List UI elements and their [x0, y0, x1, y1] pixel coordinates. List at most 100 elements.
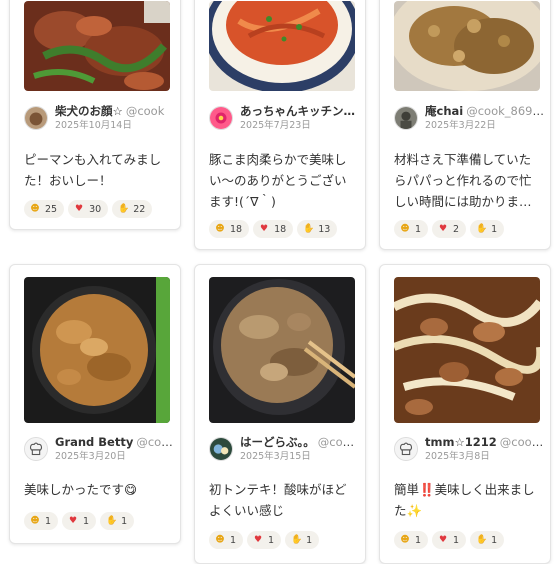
reaction-count: 30	[89, 203, 102, 215]
reaction-heart-button[interactable]: ♥ 1	[247, 531, 282, 549]
avatar[interactable]	[24, 106, 48, 130]
reaction-clap-button[interactable]: ✋ 1	[470, 220, 505, 238]
reaction-smile-button[interactable]: ☻ 18	[209, 220, 250, 238]
reaction-count: 1	[268, 534, 275, 546]
reaction-count: 1	[491, 534, 498, 546]
author-name-line[interactable]: はーどらぶ。。 @coo…	[240, 435, 359, 450]
author-info: あっちゃんキッチン… 2025年7月23日	[209, 104, 359, 134]
smile-emoji-icon: ☻	[215, 535, 225, 545]
author-name-line[interactable]: あっちゃんキッチン…	[240, 104, 359, 119]
avatar[interactable]	[24, 437, 48, 461]
dish-photo[interactable]	[394, 1, 540, 91]
author-info: tmm☆1212@cook… 2025年3月8日	[394, 435, 544, 465]
author-info: 柴犬のお顔☆ @cook 2025年10月14日	[24, 104, 174, 134]
reaction-smile-button[interactable]: ☻ 25	[24, 200, 65, 218]
reaction-count: 2	[453, 223, 460, 235]
reaction-count: 13	[318, 223, 331, 235]
reaction-clap-button[interactable]: ✋ 1	[100, 512, 135, 530]
post-date: 2025年7月23日	[240, 120, 311, 131]
tsukurepo-card[interactable]: Grand Betty@cook… 2025年3月20日 美味しかったです😋 ☻…	[9, 264, 181, 544]
smile-emoji-icon: ☻	[215, 224, 225, 234]
author-name[interactable]: tmm☆1212	[425, 435, 497, 449]
author-handle: @coo…	[317, 435, 359, 449]
smile-emoji-icon: ☻	[30, 204, 40, 214]
reaction-bar: ☻ 1 ♥ 1 ✋ 1	[24, 512, 135, 530]
post-date: 2025年3月15日	[240, 451, 311, 462]
reaction-smile-button[interactable]: ☻ 1	[24, 512, 59, 530]
author-name-line[interactable]: 柴犬のお顔☆ @cook	[55, 104, 174, 119]
reaction-heart-button[interactable]: ♥ 2	[432, 220, 467, 238]
clap-icon: ✋	[476, 535, 488, 545]
reaction-count: 1	[491, 223, 498, 235]
reaction-clap-button[interactable]: ✋ 13	[297, 220, 338, 238]
author-name[interactable]: あっちゃんキッチン…	[240, 104, 355, 118]
author-handle: @cook…	[499, 435, 544, 449]
comment-text: 初トンテキ！酸味がほどよくいい感じ	[209, 482, 347, 518]
author-info: 庵chai @cook_8695… 2025年3月22日	[394, 104, 544, 134]
author-handle: @cook…	[136, 435, 174, 449]
post-date: 2025年10月14日	[55, 120, 132, 131]
avatar[interactable]	[394, 106, 418, 130]
reaction-heart-button[interactable]: ♥ 1	[432, 531, 467, 549]
reaction-heart-button[interactable]: ♥ 30	[68, 200, 109, 218]
clap-icon: ✋	[291, 535, 303, 545]
reaction-count: 1	[415, 534, 422, 546]
avatar[interactable]	[209, 437, 233, 461]
dish-photo[interactable]	[394, 277, 540, 423]
author-name-line[interactable]: tmm☆1212@cook…	[425, 435, 544, 450]
reaction-count: 22	[133, 203, 146, 215]
dish-photo[interactable]	[209, 277, 355, 423]
reaction-count: 1	[45, 515, 52, 527]
comment-text: 簡単‼️美味しく出来ました✨	[394, 482, 535, 518]
author-name-line[interactable]: Grand Betty@cook…	[55, 435, 174, 450]
author-info: はーどらぶ。。 @coo… 2025年3月15日	[209, 435, 359, 465]
avatar[interactable]	[209, 106, 233, 130]
comment-text: 美味しかったです😋	[24, 482, 138, 497]
author-name[interactable]: Grand Betty	[55, 435, 133, 449]
avatar[interactable]	[394, 437, 418, 461]
author-name[interactable]: 柴犬のお顔☆	[55, 104, 123, 118]
smile-emoji-icon: ☻	[400, 535, 410, 545]
reaction-smile-button[interactable]: ☻ 1	[394, 220, 429, 238]
clap-icon: ✋	[118, 204, 130, 214]
author-name[interactable]: 庵chai	[425, 104, 463, 118]
tsukurepo-card[interactable]: あっちゃんキッチン… 2025年7月23日 豚こま肉柔らかで美味しい〜のありがと…	[194, 0, 366, 250]
post-date: 2025年3月20日	[55, 451, 126, 462]
reaction-clap-button[interactable]: ✋ 1	[470, 531, 505, 549]
author-name-line[interactable]: 庵chai @cook_8695…	[425, 104, 544, 119]
tsukurepo-card[interactable]: 庵chai @cook_8695… 2025年3月22日 材料さえ下準備していたら…	[379, 0, 551, 250]
comment-text: 豚こま肉柔らかで美味しい〜のありがとうございます!(´∇｀)	[209, 152, 347, 209]
reaction-count: 1	[415, 223, 422, 235]
heart-icon: ♥	[260, 224, 269, 234]
reaction-clap-button[interactable]: ✋ 22	[112, 200, 153, 218]
heart-icon: ♥	[69, 516, 78, 526]
clap-icon: ✋	[303, 224, 315, 234]
dish-photo[interactable]	[24, 277, 170, 423]
reaction-smile-button[interactable]: ☻ 1	[394, 531, 429, 549]
reaction-bar: ☻ 1 ♥ 1 ✋ 1	[394, 531, 505, 549]
heart-icon: ♥	[439, 224, 448, 234]
comment-text: 材料さえ下準備していたらパパっと作れるので忙しい時間には助かりま…	[394, 152, 532, 209]
reaction-count: 1	[230, 534, 237, 546]
reaction-bar: ☻ 18 ♥ 18 ✋ 13	[209, 220, 338, 238]
tsukurepo-card[interactable]: 柴犬のお顔☆ @cook 2025年10月14日 ピーマンも入れてみました！おいし…	[9, 0, 181, 230]
clap-icon: ✋	[106, 516, 118, 526]
dish-photo[interactable]	[24, 1, 170, 91]
dish-photo[interactable]	[209, 1, 355, 91]
reaction-heart-button[interactable]: ♥ 18	[253, 220, 294, 238]
post-date: 2025年3月22日	[425, 120, 496, 131]
reaction-smile-button[interactable]: ☻ 1	[209, 531, 244, 549]
reaction-count: 1	[121, 515, 128, 527]
heart-icon: ♥	[439, 535, 448, 545]
tsukurepo-card[interactable]: tmm☆1212@cook… 2025年3月8日 簡単‼️美味しく出来ました✨ …	[379, 264, 551, 564]
author-handle: @cook	[125, 104, 165, 118]
heart-icon: ♥	[254, 535, 263, 545]
author-name[interactable]: はーどらぶ。。	[240, 435, 315, 449]
smile-emoji-icon: ☻	[400, 224, 410, 234]
clap-icon: ✋	[476, 224, 488, 234]
reaction-heart-button[interactable]: ♥ 1	[62, 512, 97, 530]
post-date: 2025年3月8日	[425, 451, 490, 462]
author-handle: @cook_8695…	[466, 104, 544, 118]
tsukurepo-card[interactable]: はーどらぶ。。 @coo… 2025年3月15日 初トンテキ！酸味がほどよくいい感…	[194, 264, 366, 564]
reaction-clap-button[interactable]: ✋ 1	[285, 531, 320, 549]
